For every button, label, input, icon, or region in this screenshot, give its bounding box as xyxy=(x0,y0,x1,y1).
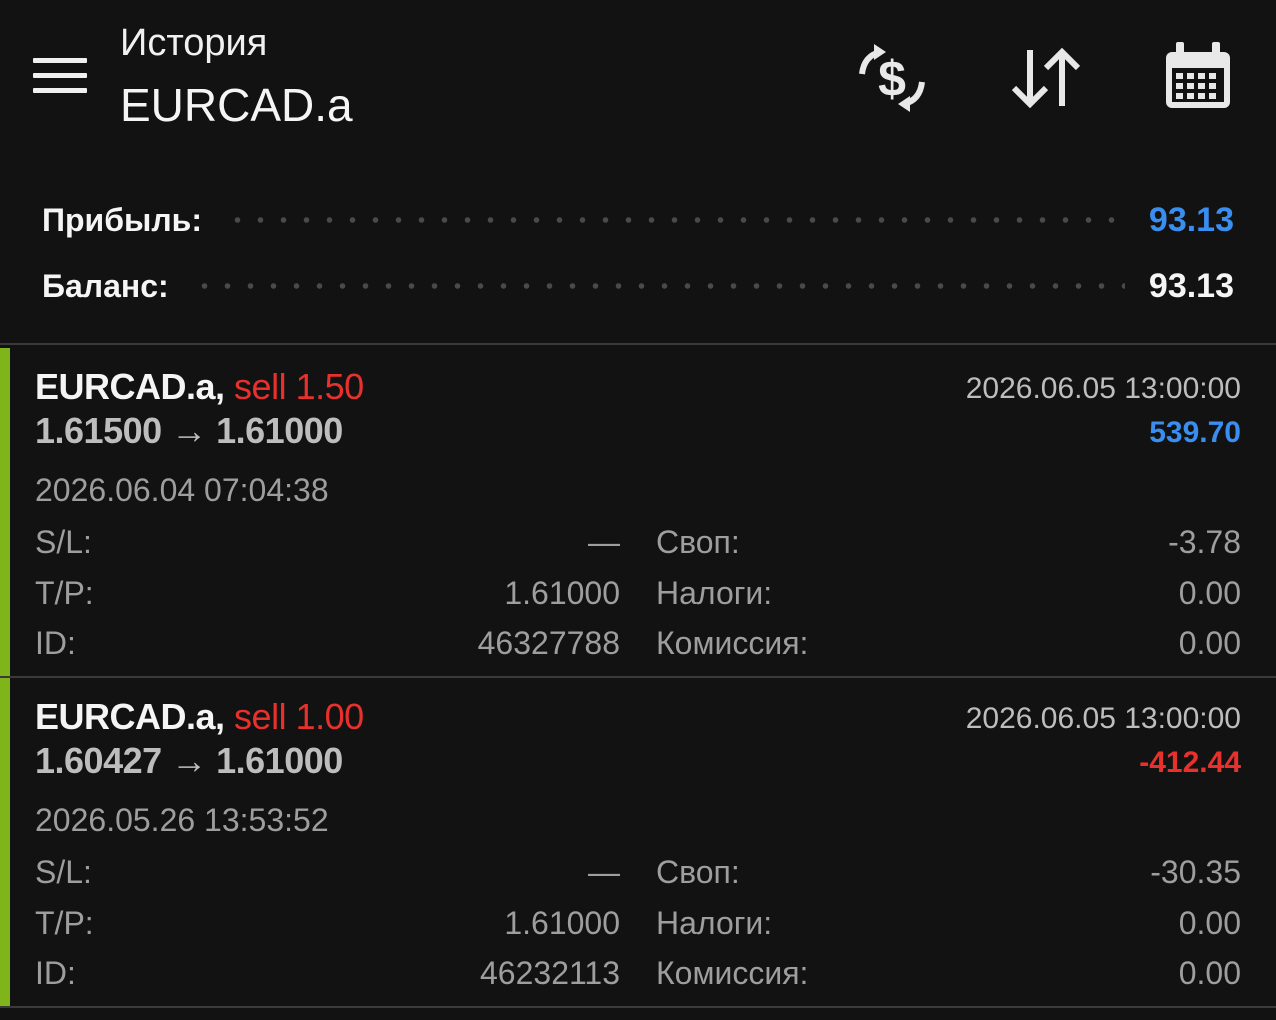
profit-value: 93.13 xyxy=(1148,200,1234,239)
sl-label: S/L: xyxy=(35,524,92,560)
id-label: ID: xyxy=(35,955,76,991)
deal-header: EURCAD.a, sell 1.50 xyxy=(35,366,364,408)
balance-label: Баланс: xyxy=(42,267,169,304)
tp-label: T/P: xyxy=(35,905,94,941)
profit-label: Прибыль: xyxy=(42,201,202,238)
deal-prices: 1.60427 → 1.61000 xyxy=(35,740,343,781)
currency-exchange-icon[interactable]: $ xyxy=(852,38,932,118)
app-bar: История EURCAD.a $ xyxy=(0,0,1276,170)
tp-label: T/P: xyxy=(35,575,94,611)
deal-profit: -412.44 xyxy=(1139,746,1241,779)
dotted-leader xyxy=(192,283,1125,289)
commission-label: Комиссия: xyxy=(656,955,809,991)
deal-side-volume: sell 1.50 xyxy=(234,366,364,407)
deal-profit: 539.70 xyxy=(1149,416,1241,449)
swap-label: Своп: xyxy=(656,854,740,890)
deal-prices: 1.61500 → 1.61000 xyxy=(35,410,343,451)
deal-status-bar xyxy=(0,678,10,1006)
balance-value: 93.13 xyxy=(1148,266,1234,305)
deal-item[interactable]: EURCAD.a, sell 1.00 1.60427 → 1.61000 20… xyxy=(0,678,1276,1006)
taxes-value: 0.00 xyxy=(1178,905,1241,941)
taxes-label: Налоги: xyxy=(656,905,773,941)
deal-side-volume: sell 1.00 xyxy=(234,696,364,737)
sort-icon[interactable] xyxy=(1006,38,1086,118)
commission-value: 0.00 xyxy=(1178,625,1241,661)
sl-label: S/L: xyxy=(35,854,92,890)
swap-label: Своп: xyxy=(656,524,740,560)
commission-value: 0.00 xyxy=(1178,955,1241,991)
swap-value: -30.35 xyxy=(1150,854,1241,890)
deal-symbol: EURCAD.a, xyxy=(35,696,225,737)
deal-open-time: 2026.06.04 07:04:38 xyxy=(35,472,329,508)
id-label: ID: xyxy=(35,625,76,661)
balance-row: Баланс: 93.13 xyxy=(42,266,1234,306)
deal-open-time: 2026.05.26 13:53:52 xyxy=(35,802,329,838)
deal-close-time: 2026.06.05 13:00:00 xyxy=(965,702,1241,735)
deal-item[interactable]: EURCAD.a, sell 1.50 1.61500 → 1.61000 20… xyxy=(0,348,1276,676)
id-value: 46327788 xyxy=(477,625,620,661)
deal-symbol: EURCAD.a, xyxy=(35,366,225,407)
taxes-label: Налоги: xyxy=(656,575,773,611)
taxes-value: 0.00 xyxy=(1178,575,1241,611)
page-subtitle: История xyxy=(120,22,268,64)
dotted-leader xyxy=(225,217,1125,223)
svg-text:$: $ xyxy=(878,51,906,107)
deal-header: EURCAD.a, sell 1.00 xyxy=(35,696,364,738)
menu-icon[interactable] xyxy=(30,52,90,100)
id-value: 46232113 xyxy=(480,955,620,991)
sl-value: — xyxy=(588,524,620,560)
tp-value: 1.61000 xyxy=(504,575,620,611)
tp-value: 1.61000 xyxy=(504,905,620,941)
divider xyxy=(0,343,1276,345)
profit-row: Прибыль: 93.13 xyxy=(42,200,1234,240)
divider xyxy=(0,1006,1276,1008)
deal-status-bar xyxy=(0,348,10,676)
swap-value: -3.78 xyxy=(1168,524,1241,560)
deal-close-time: 2026.06.05 13:00:00 xyxy=(965,372,1241,405)
sl-value: — xyxy=(588,854,620,890)
commission-label: Комиссия: xyxy=(656,625,809,661)
calendar-icon[interactable] xyxy=(1158,38,1238,118)
page-title[interactable]: EURCAD.a xyxy=(120,78,353,132)
